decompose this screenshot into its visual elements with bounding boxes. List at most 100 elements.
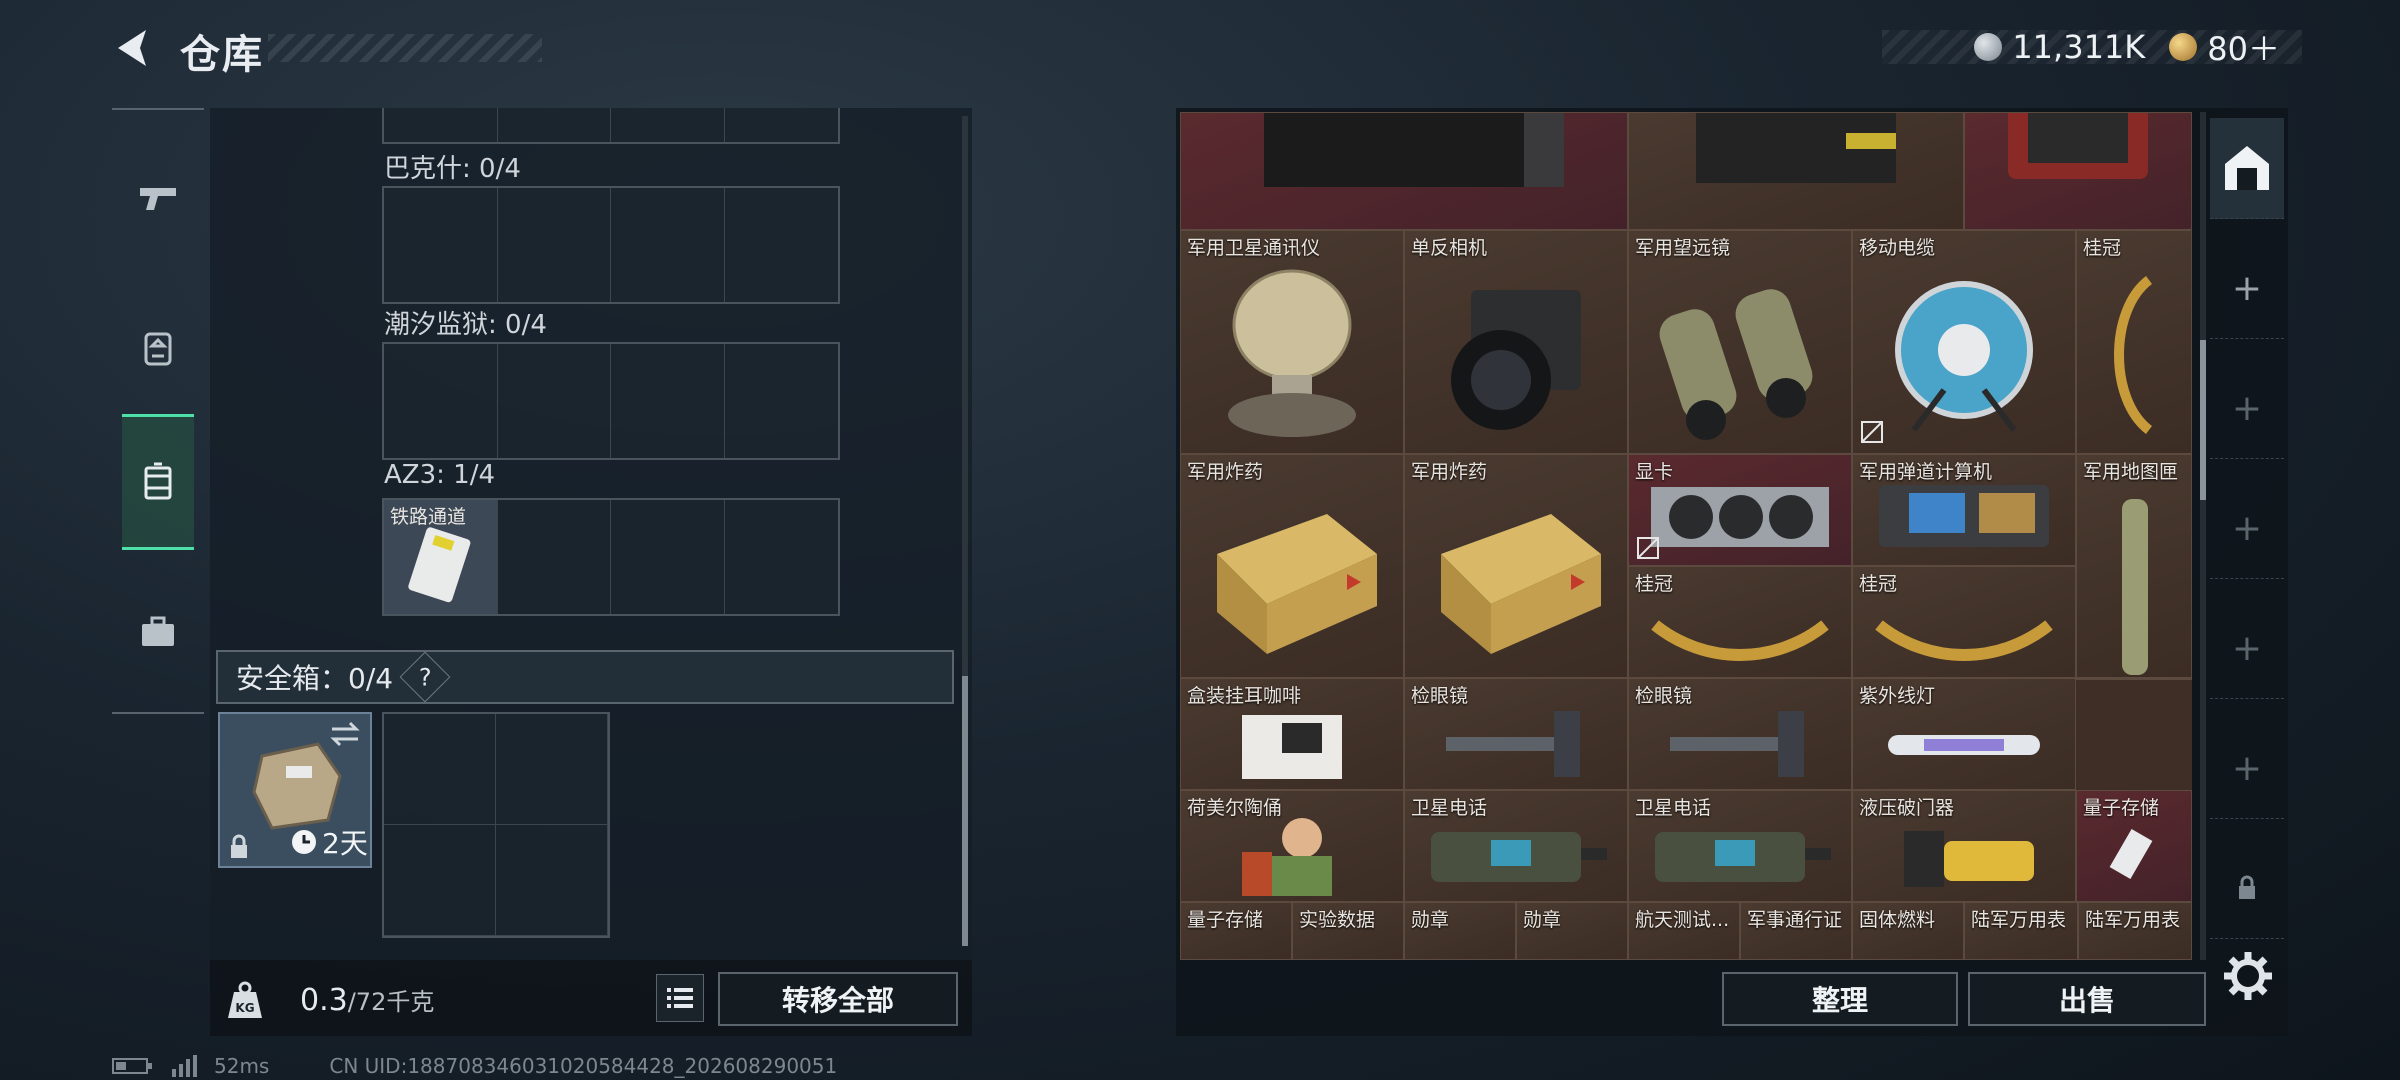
stash-item[interactable]: 检眼镜 xyxy=(1628,678,1852,790)
safe-box-header: 安全箱：0/4 ? xyxy=(216,650,954,704)
title-decoration xyxy=(268,34,542,62)
explosive-crate-art xyxy=(1441,514,1601,655)
back-button[interactable] xyxy=(108,22,156,74)
container-slots[interactable]: 铁路通道 xyxy=(382,498,840,616)
swap-icon[interactable] xyxy=(328,720,362,748)
add-tab-button[interactable]: + xyxy=(2210,718,2284,819)
nav-containers[interactable] xyxy=(122,414,194,550)
stash-item[interactable]: 盒装挂耳咖啡 xyxy=(1180,678,1404,790)
no-insure-icon xyxy=(1637,537,1659,559)
secure-case-icon xyxy=(252,742,342,830)
svg-text:KG: KG xyxy=(235,1001,254,1015)
container-item[interactable]: 铁路通道 xyxy=(384,500,498,614)
page-title: 仓库 xyxy=(180,32,264,78)
stash-item[interactable]: 显卡 xyxy=(1628,454,1852,566)
sell-button[interactable]: 出售 xyxy=(1968,972,2206,1026)
add-tab-button[interactable]: + xyxy=(2210,358,2284,459)
add-tab-button[interactable]: + xyxy=(2210,478,2284,579)
battery-icon xyxy=(112,1058,152,1074)
safe-box-slots[interactable] xyxy=(382,712,610,938)
silver-balance: 11,311K xyxy=(2012,28,2146,66)
stash-tab-main[interactable] xyxy=(2210,118,2284,219)
stash-item[interactable] xyxy=(1964,112,2192,230)
stash-item[interactable] xyxy=(1180,112,1628,230)
status-line: 52ms CN UID:188708346031020584428_202608… xyxy=(112,1054,837,1078)
left-scrollbar[interactable] xyxy=(962,116,968,946)
stash-item[interactable]: 陆军万用表 xyxy=(1964,902,2078,960)
sat-phone-art xyxy=(1655,832,1831,882)
stash-item[interactable]: 军用炸药 xyxy=(1180,454,1404,678)
stash-item[interactable]: 桂冠 xyxy=(1628,566,1852,678)
add-tab-button[interactable]: + xyxy=(2210,238,2284,339)
container-label: AZ3: 1/4 xyxy=(384,460,496,490)
camera-art xyxy=(1451,290,1581,431)
stash-item[interactable]: 紫外线灯 xyxy=(1852,678,2076,790)
list-view-button[interactable] xyxy=(656,974,704,1022)
warehouse-icon xyxy=(2225,146,2269,190)
ping: 52ms xyxy=(214,1054,270,1078)
plus-icon: + xyxy=(2231,267,2263,309)
stash-item[interactable]: 军用卫星通讯仪 xyxy=(1180,230,1404,454)
stash-item[interactable]: 移动电缆 xyxy=(1852,230,2076,454)
stash-item[interactable]: 勋章 xyxy=(1404,902,1516,960)
add-tab-button[interactable]: + xyxy=(2210,598,2284,699)
stash-item[interactable]: 军用望远镜 xyxy=(1628,230,1852,454)
nav-collections[interactable] xyxy=(122,564,194,700)
stash-item[interactable] xyxy=(1628,112,1964,230)
plus-icon: + xyxy=(2231,507,2263,549)
stash-item[interactable]: 卫星电话 xyxy=(1628,790,1852,902)
container-label: 潮汐监狱: 0/4 xyxy=(384,310,547,340)
laurel-art xyxy=(1875,620,2053,662)
transfer-all-button[interactable]: 转移全部 xyxy=(718,972,958,1026)
stash-item[interactable]: 固体燃料 xyxy=(1852,902,1964,960)
currency-bar: 11,311K 80＋ xyxy=(1882,28,2302,68)
safe-box-item[interactable]: 2天 xyxy=(218,712,372,868)
nav-gear[interactable] xyxy=(122,280,194,416)
stash-item[interactable]: 卫星电话 xyxy=(1404,790,1628,902)
locked-tab[interactable] xyxy=(2210,838,2284,939)
backpack-icon xyxy=(144,332,172,366)
ballistic-computer-art xyxy=(1879,484,2049,547)
stash-item[interactable]: 量子存储 xyxy=(1180,902,1292,960)
stash-item[interactable]: 陆军万用表 xyxy=(2078,902,2192,960)
help-icon[interactable]: ? xyxy=(399,651,451,703)
stash-item[interactable]: 航天测试... xyxy=(1628,902,1740,960)
radio-art xyxy=(2008,113,2148,179)
stash-scrollbar[interactable] xyxy=(2200,112,2206,960)
stash-item[interactable]: 军事通行证 xyxy=(1740,902,1852,960)
sort-button[interactable]: 整理 xyxy=(1722,972,1958,1026)
safe-box-label: 安全箱：0/4 xyxy=(236,662,394,695)
stash-grid: 军用卫星通讯仪 单反相机 军用望远镜 移动电缆 桂冠 军用炸药 军用炸药 显卡 … xyxy=(1180,112,2192,960)
plus-icon: + xyxy=(2231,387,2263,429)
device-art xyxy=(1696,113,1896,183)
binoculars-art xyxy=(1659,289,1813,441)
container-slots[interactable] xyxy=(382,186,840,304)
stash-item[interactable]: 实验数据 xyxy=(1292,902,1404,960)
stash-item[interactable]: 液压破门器 xyxy=(1852,790,2076,902)
settings-gear-icon[interactable] xyxy=(2222,950,2274,1002)
stash-item[interactable]: 单反相机 xyxy=(1404,230,1628,454)
stash-item[interactable]: 荷美尔陶俑 xyxy=(1180,790,1404,902)
lock-icon xyxy=(2239,875,2255,899)
left-nav xyxy=(112,108,204,714)
stash-item[interactable]: 桂冠 xyxy=(2076,230,2192,454)
container-slots-top xyxy=(382,108,840,144)
stash-item[interactable]: 勋章 xyxy=(1516,902,1628,960)
stash-item[interactable]: 军用地图匣 xyxy=(2076,454,2192,678)
breacher-art xyxy=(1904,831,2034,887)
container-slots[interactable] xyxy=(382,342,840,460)
stash-item[interactable]: 军用炸药 xyxy=(1404,454,1628,678)
nav-weapons[interactable] xyxy=(122,130,194,266)
crate-art xyxy=(1264,113,1564,187)
stash-item-spacer xyxy=(2076,678,2192,680)
stash-item[interactable]: 军用弹道计算机 xyxy=(1852,454,2076,566)
stash-item[interactable]: 量子存储 xyxy=(2076,790,2192,902)
silver-coin-icon xyxy=(1974,33,2003,61)
uv-lamp-art xyxy=(1888,735,2040,755)
figurine-art xyxy=(1242,818,1332,896)
signal-icon xyxy=(172,1055,197,1077)
stash-item[interactable]: 桂冠 xyxy=(1852,566,2076,678)
ophthalmoscope-art xyxy=(1446,711,1580,777)
uid: CN UID:188708346031020584428_20260829005… xyxy=(329,1054,838,1078)
stash-item[interactable]: 检眼镜 xyxy=(1404,678,1628,790)
